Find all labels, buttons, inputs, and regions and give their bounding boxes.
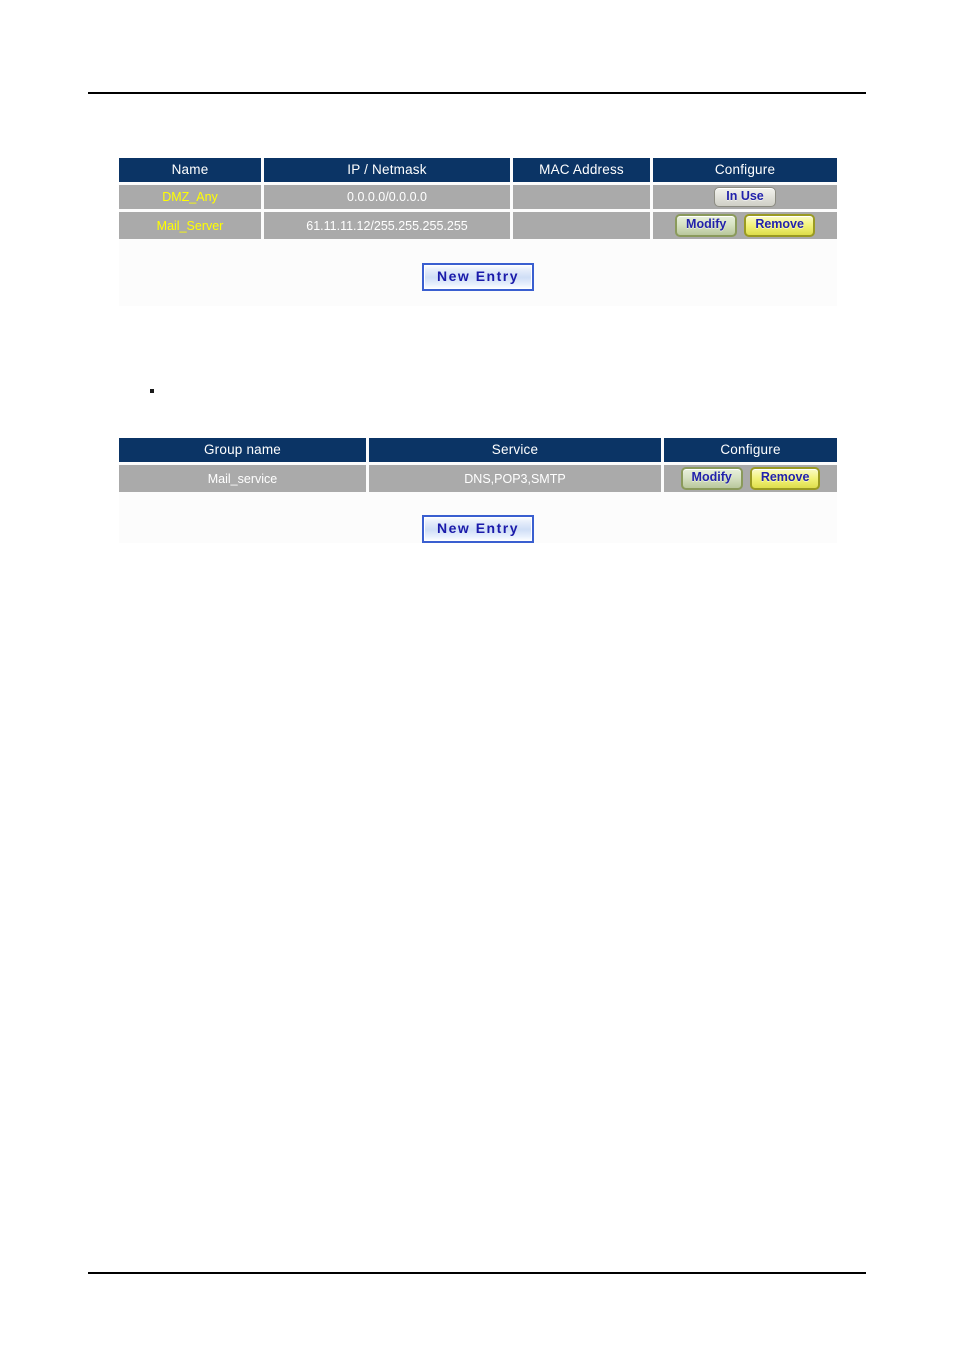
- cell-configure-mail-service: Modify Remove: [664, 465, 837, 495]
- modify-button[interactable]: Modify: [680, 467, 743, 490]
- action-button-group: Modify Remove: [653, 214, 837, 237]
- cell-service-mail-service: DNS,POP3,SMTP: [369, 465, 664, 495]
- cell-name-mail-server[interactable]: Mail_Server: [119, 212, 264, 242]
- new-entry-button-row: New Entry: [119, 515, 837, 544]
- cell-ip-netmask-dmz-any: 0.0.0.0/0.0.0.0: [264, 185, 513, 212]
- column-header-group-name: Group name: [119, 438, 369, 465]
- address-book-table: Name IP / Netmask MAC Address Configure …: [119, 158, 837, 242]
- column-header-service: Service: [369, 438, 664, 465]
- remove-button[interactable]: Remove: [749, 467, 821, 490]
- service-group-header-row: Group name Service Configure: [119, 438, 837, 465]
- column-header-name: Name: [119, 158, 264, 185]
- page-header-rule: [88, 92, 866, 94]
- action-button-group: Modify Remove: [664, 467, 837, 490]
- column-header-ip-netmask: IP / Netmask: [264, 158, 513, 185]
- table-row: Mail_Server 61.11.11.12/255.255.255.255 …: [119, 212, 837, 242]
- new-entry-button-row: New Entry: [119, 263, 837, 292]
- cell-configure-dmz-any: In Use: [653, 185, 837, 212]
- column-header-configure: Configure: [664, 438, 837, 465]
- cell-mac-address-dmz-any: [513, 185, 653, 212]
- address-book-header-row: Name IP / Netmask MAC Address Configure: [119, 158, 837, 185]
- column-header-mac-address: MAC Address: [513, 158, 653, 185]
- paragraph-dot-marker: [150, 389, 154, 393]
- remove-button[interactable]: Remove: [744, 214, 815, 237]
- cell-configure-mail-server: Modify Remove: [653, 212, 837, 242]
- cell-group-name-mail-service: Mail_service: [119, 465, 369, 495]
- action-button-group: In Use: [653, 186, 837, 208]
- service-group-panel: Group name Service Configure Mail_servic…: [119, 438, 837, 544]
- cell-mac-address-mail-server: [513, 212, 653, 242]
- address-book-panel: Name IP / Netmask MAC Address Configure …: [119, 158, 837, 306]
- modify-button[interactable]: Modify: [675, 214, 738, 237]
- column-header-configure: Configure: [653, 158, 837, 185]
- new-entry-button[interactable]: New Entry: [422, 263, 534, 292]
- cell-name-dmz-any[interactable]: DMZ_Any: [119, 185, 264, 212]
- new-entry-button[interactable]: New Entry: [422, 515, 534, 544]
- table-row: Mail_service DNS,POP3,SMTP Modify Remove: [119, 465, 837, 495]
- table-row: DMZ_Any 0.0.0.0/0.0.0.0 In Use: [119, 185, 837, 212]
- service-group-table: Group name Service Configure Mail_servic…: [119, 438, 837, 495]
- cell-ip-netmask-mail-server: 61.11.11.12/255.255.255.255: [264, 212, 513, 242]
- in-use-button: In Use: [714, 186, 776, 208]
- page-footer-rule: [88, 1272, 866, 1274]
